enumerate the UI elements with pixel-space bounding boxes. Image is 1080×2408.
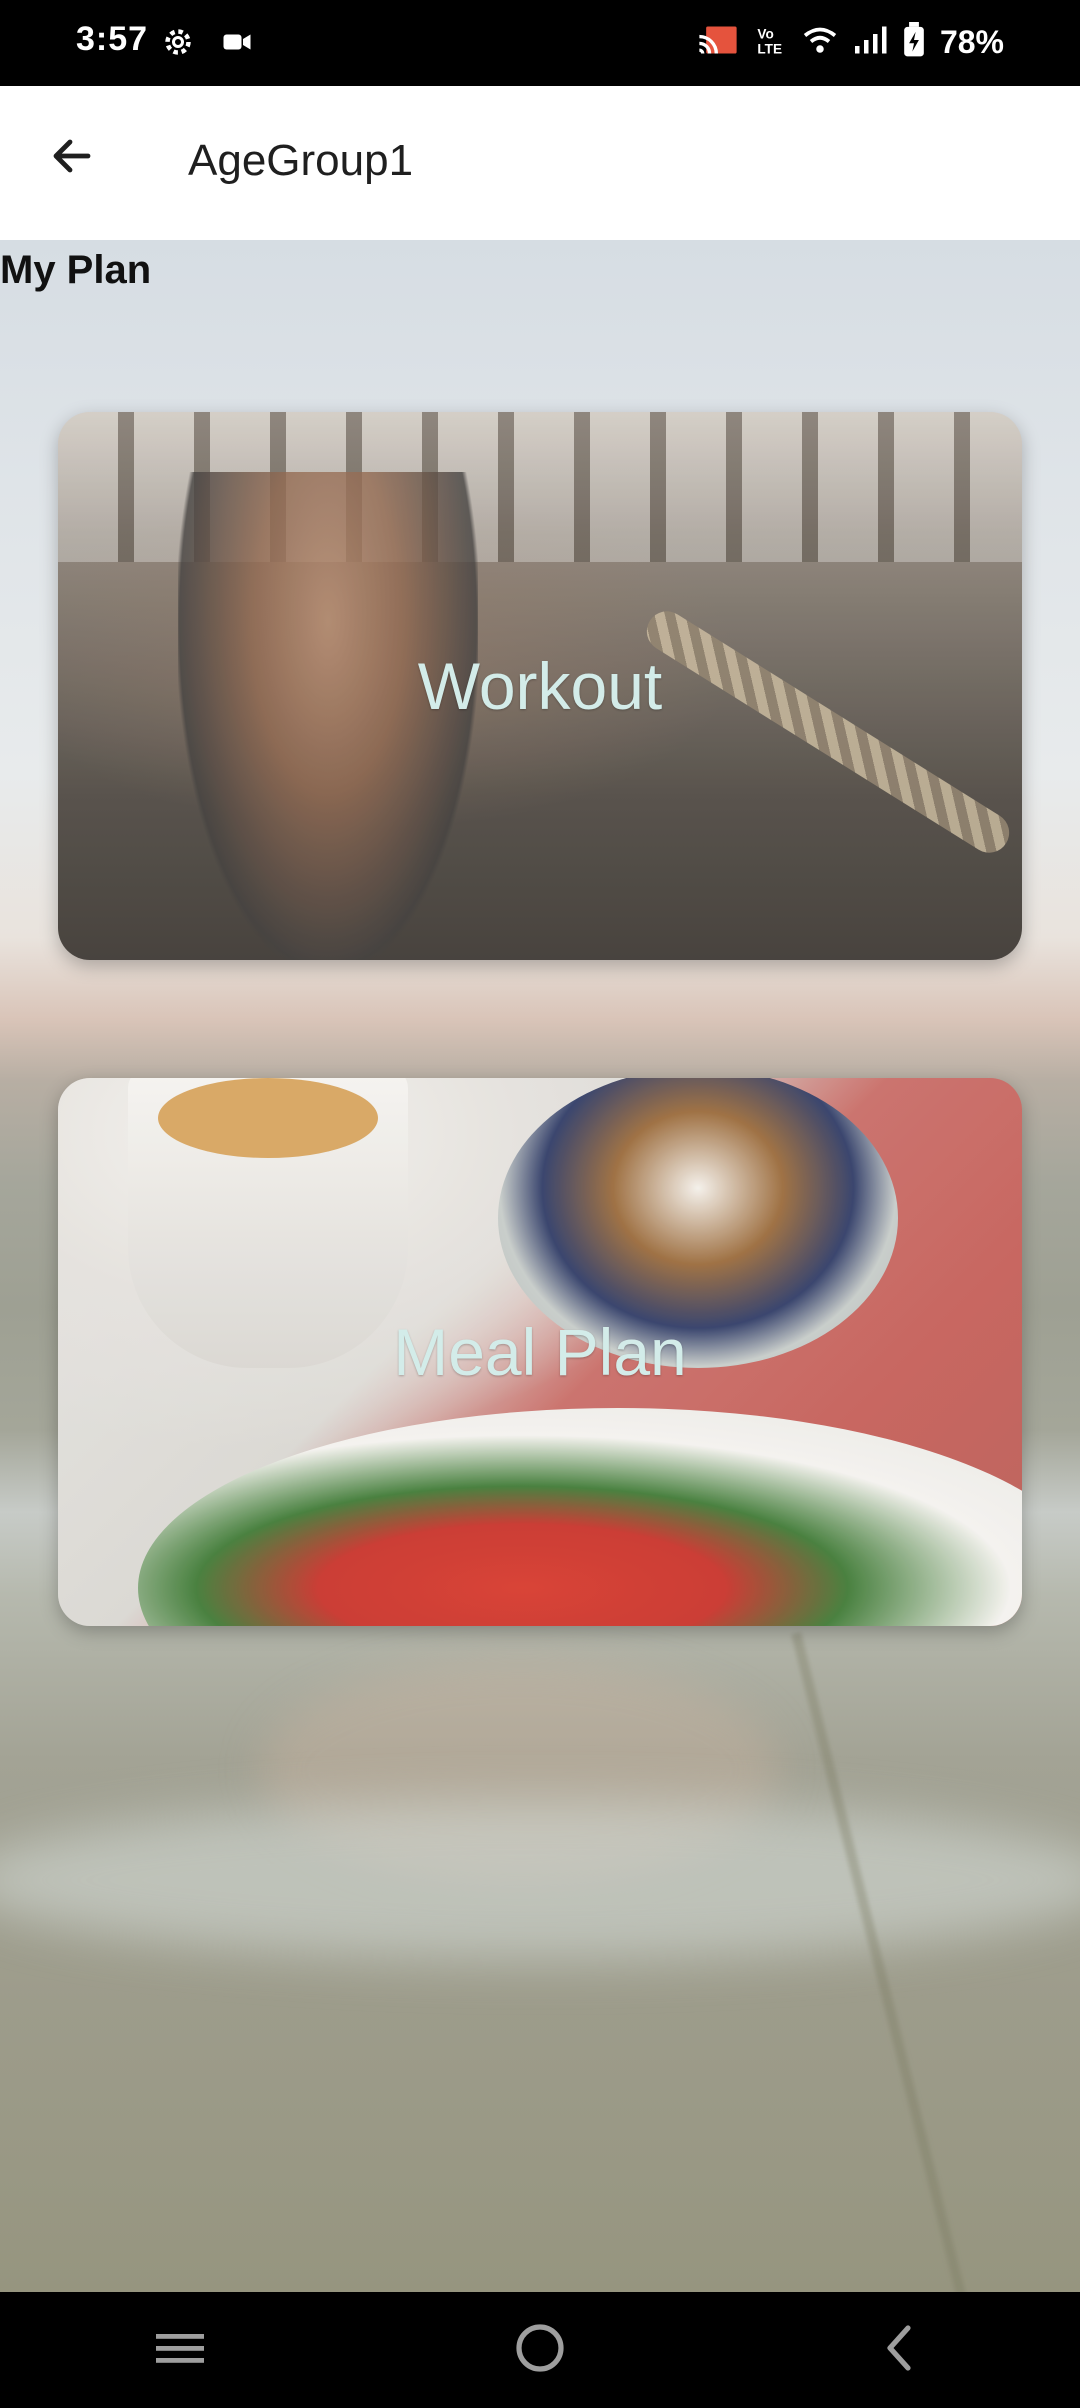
signal-icon [852, 24, 888, 61]
back-button[interactable] [36, 122, 108, 194]
home-button[interactable] [480, 2310, 600, 2390]
navigation-bar [0, 2292, 1080, 2408]
workout-card[interactable]: Workout [58, 412, 1022, 960]
cast-icon [696, 23, 740, 62]
menu-icon [154, 2328, 206, 2373]
page-title: AgeGroup1 [188, 136, 414, 185]
back-icon [878, 2322, 922, 2379]
meal-plan-card-label: Meal Plan [393, 1315, 687, 1389]
background-image-highlight [0, 1800, 1080, 1960]
plan-heading: My Plan [0, 248, 152, 292]
settings-icon [160, 24, 196, 65]
home-icon [514, 2322, 566, 2379]
svg-text:Vo: Vo [757, 26, 773, 41]
battery-percent: 78% [939, 24, 1004, 60]
screen: 3:57 Vo LTE 78% AgeGroup1 My Plan Workou… [0, 0, 1080, 2408]
battery-icon [902, 22, 926, 63]
arrow-left-icon [48, 132, 96, 185]
status-right-icons: Vo LTE 78% [696, 22, 1004, 63]
svg-text:LTE: LTE [757, 42, 782, 57]
workout-card-label: Workout [417, 649, 663, 723]
video-icon [222, 30, 252, 59]
recent-apps-button[interactable] [120, 2310, 240, 2390]
app-bar: AgeGroup1 [0, 86, 1080, 240]
system-back-button[interactable] [840, 2310, 960, 2390]
volte-icon: Vo LTE [754, 23, 788, 62]
status-bar: 3:57 Vo LTE 78% [0, 0, 1080, 86]
status-time: 3:57 [76, 20, 149, 58]
wifi-icon [802, 24, 838, 61]
meal-plan-card[interactable]: Meal Plan [58, 1078, 1022, 1626]
status-left-icons [160, 24, 252, 65]
background-grass-stem [791, 1632, 1019, 2292]
content-area: My Plan Workout Meal Plan [0, 240, 1080, 2292]
